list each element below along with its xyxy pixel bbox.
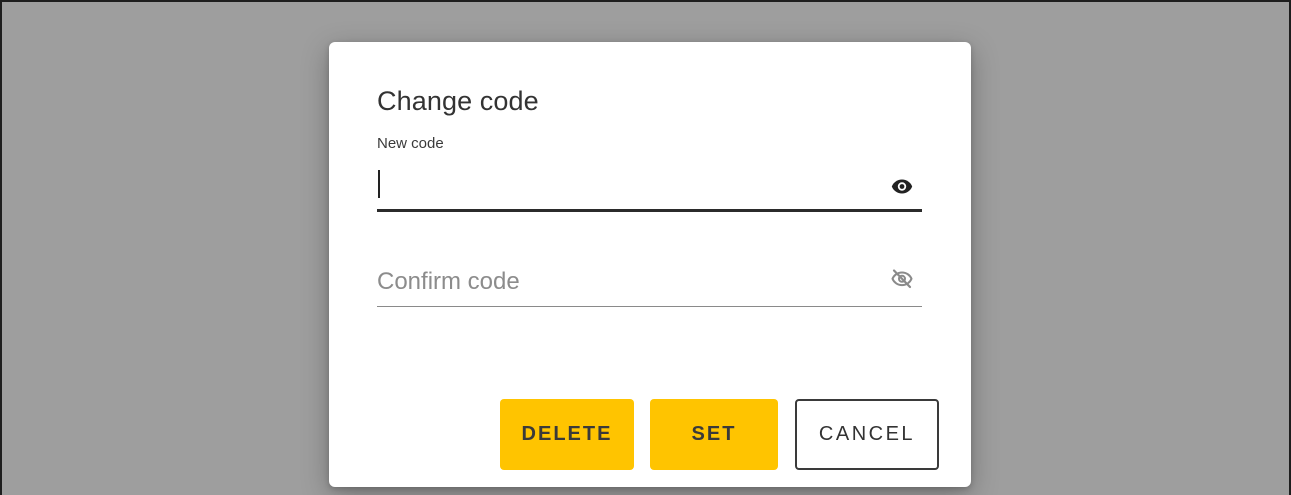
set-button[interactable]: SET xyxy=(650,399,778,470)
new-code-label: New code xyxy=(377,135,444,152)
modal-overlay: Change code New code Confirm code DELETE… xyxy=(0,0,1291,495)
new-code-field[interactable] xyxy=(377,160,922,212)
text-caret xyxy=(378,170,380,198)
cancel-button[interactable]: CANCEL xyxy=(795,399,939,470)
change-code-dialog: Change code New code Confirm code DELETE… xyxy=(329,42,971,487)
eye-icon[interactable] xyxy=(890,174,914,198)
confirm-code-placeholder: Confirm code xyxy=(377,268,520,295)
confirm-code-field[interactable]: Confirm code xyxy=(377,254,922,307)
dialog-title: Change code xyxy=(377,86,539,116)
delete-button[interactable]: DELETE xyxy=(500,399,634,470)
eye-off-icon[interactable] xyxy=(890,266,914,290)
